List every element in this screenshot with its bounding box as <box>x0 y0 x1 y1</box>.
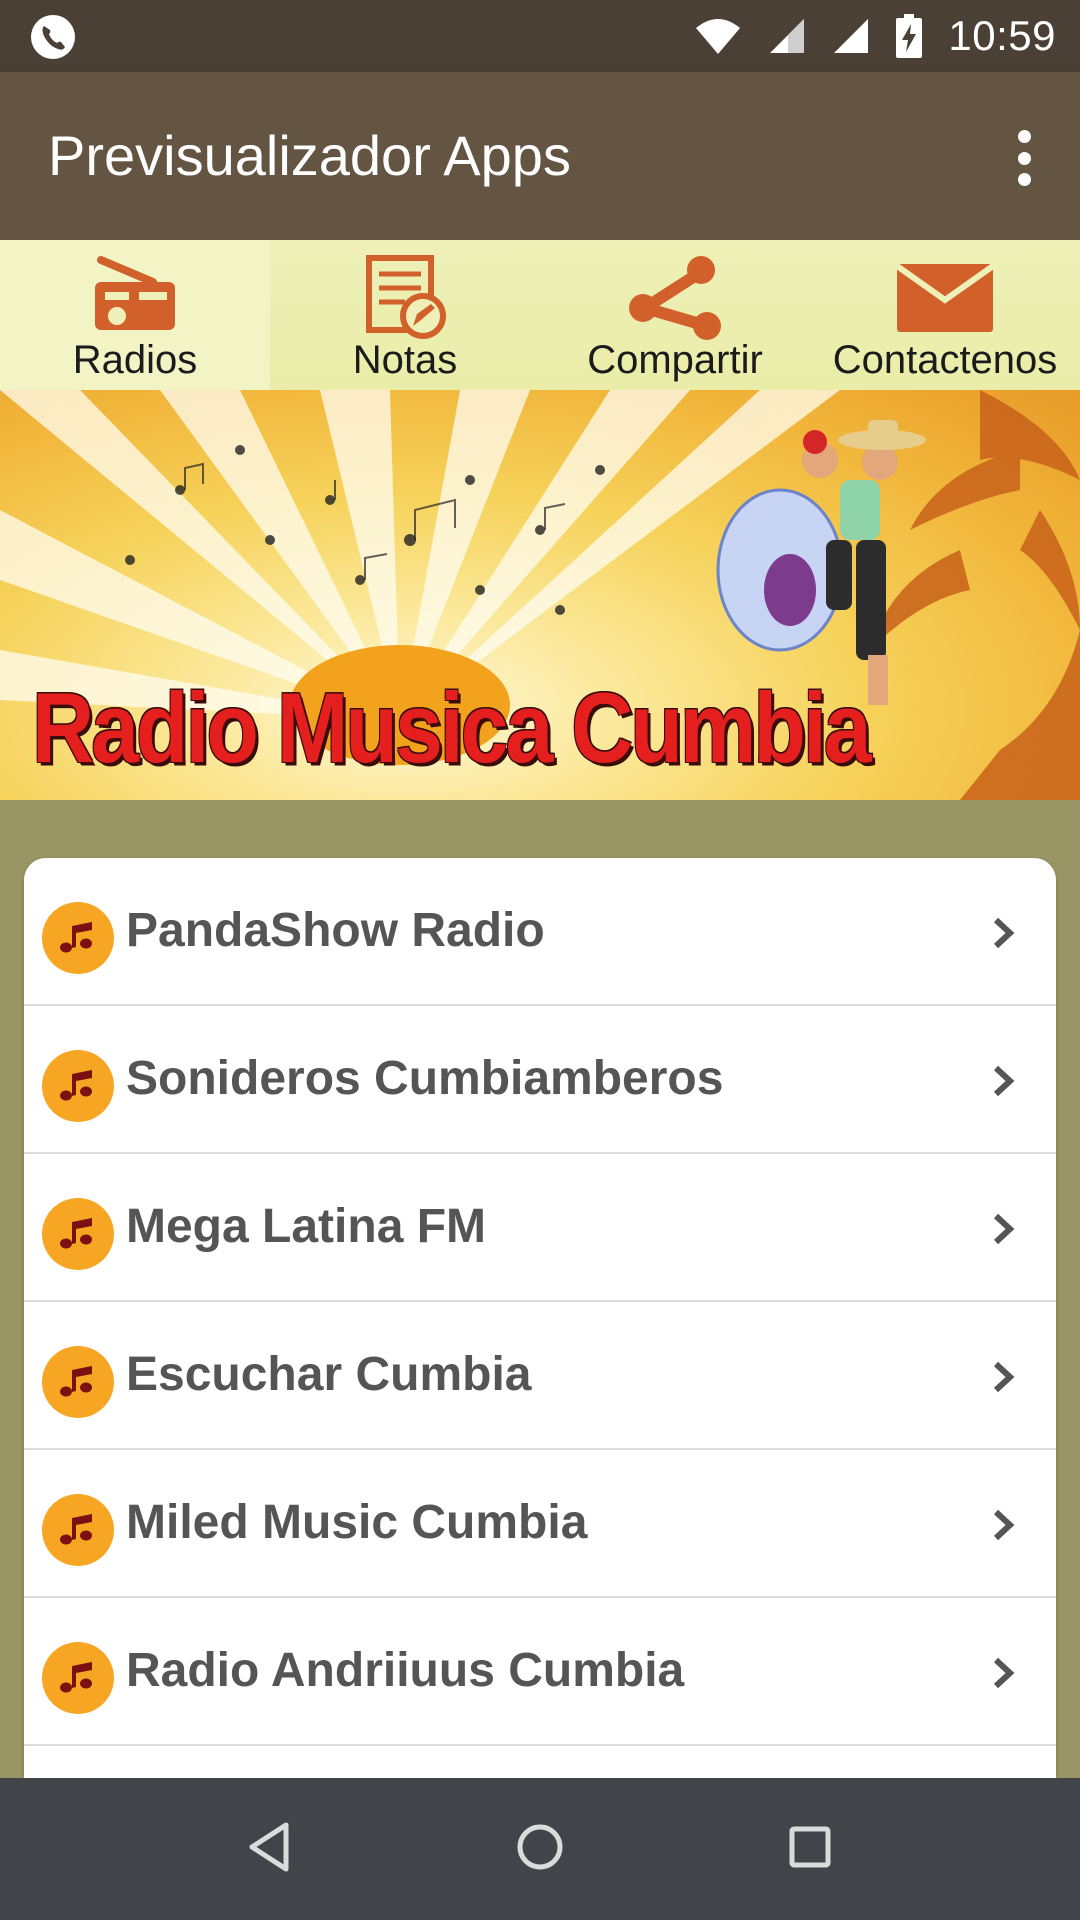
station-name: PandaShow Radio <box>126 904 545 957</box>
tab-compartir[interactable]: Compartir <box>540 240 810 390</box>
station-list: PandaShow Radio Sonideros Cumbiamberos M… <box>24 858 1056 1918</box>
recents-icon[interactable] <box>786 1821 834 1873</box>
header-banner: Radio Musica Cumbia <box>0 390 1080 800</box>
tab-notas[interactable]: Notas <box>270 240 540 390</box>
tab-label: Radios <box>72 338 198 382</box>
music-note-icon <box>42 1494 114 1566</box>
back-icon[interactable] <box>246 1821 294 1873</box>
list-item[interactable]: Miled Music Cumbia <box>24 1450 1056 1598</box>
music-note-icon <box>42 1346 114 1418</box>
tab-bar: Radios Notas Compartir Contactenos <box>0 240 1080 390</box>
phone-call-icon <box>31 15 75 59</box>
music-note-icon <box>42 902 114 974</box>
notes-icon <box>366 255 446 339</box>
station-name: Sonideros Cumbiamberos <box>126 1052 724 1105</box>
tab-contactenos[interactable]: Contactenos <box>810 240 1080 390</box>
music-note-icon <box>42 1050 114 1122</box>
chevron-right-icon <box>993 1657 1015 1689</box>
signal-icon <box>770 19 805 53</box>
tab-radios[interactable]: Radios <box>0 240 270 390</box>
station-name: Miled Music Cumbia <box>126 1496 588 1549</box>
more-vert-icon[interactable] <box>1004 130 1044 186</box>
music-note-icon <box>42 1642 114 1714</box>
clock: 10:59 <box>948 12 1056 59</box>
system-nav-bar <box>0 1778 1080 1920</box>
list-item[interactable]: Sonideros Cumbiamberos <box>24 1006 1056 1154</box>
chevron-right-icon <box>993 917 1015 949</box>
signal-icon <box>834 19 869 53</box>
status-bar: 10:59 <box>0 0 1080 72</box>
station-name: Escuchar Cumbia <box>126 1348 532 1401</box>
mail-icon <box>895 263 995 332</box>
radio-icon <box>95 256 175 330</box>
list-item[interactable]: Radio Andriiuus Cumbia <box>24 1598 1056 1746</box>
share-icon <box>629 256 721 340</box>
battery-charging-icon <box>896 14 923 58</box>
app-title: Previsualizador Apps <box>48 124 571 187</box>
chevron-right-icon <box>993 1509 1015 1541</box>
station-name: Mega Latina FM <box>126 1200 487 1253</box>
list-item[interactable]: Escuchar Cumbia <box>24 1302 1056 1450</box>
list-item[interactable]: PandaShow Radio <box>24 858 1056 1006</box>
station-name: Radio Andriiuus Cumbia <box>126 1644 685 1697</box>
banner-title: Radio Musica Cumbia <box>32 673 872 784</box>
wifi-icon <box>696 19 741 54</box>
tab-label: Contactenos <box>832 338 1058 382</box>
chevron-right-icon <box>993 1213 1015 1245</box>
tab-label: Compartir <box>587 338 763 382</box>
app-bar: Previsualizador Apps <box>0 72 1080 240</box>
tab-label: Notas <box>352 338 458 382</box>
list-item[interactable]: Mega Latina FM <box>24 1154 1056 1302</box>
home-icon[interactable] <box>515 1821 565 1873</box>
chevron-right-icon <box>993 1065 1015 1097</box>
music-note-icon <box>42 1198 114 1270</box>
chevron-right-icon <box>993 1361 1015 1393</box>
